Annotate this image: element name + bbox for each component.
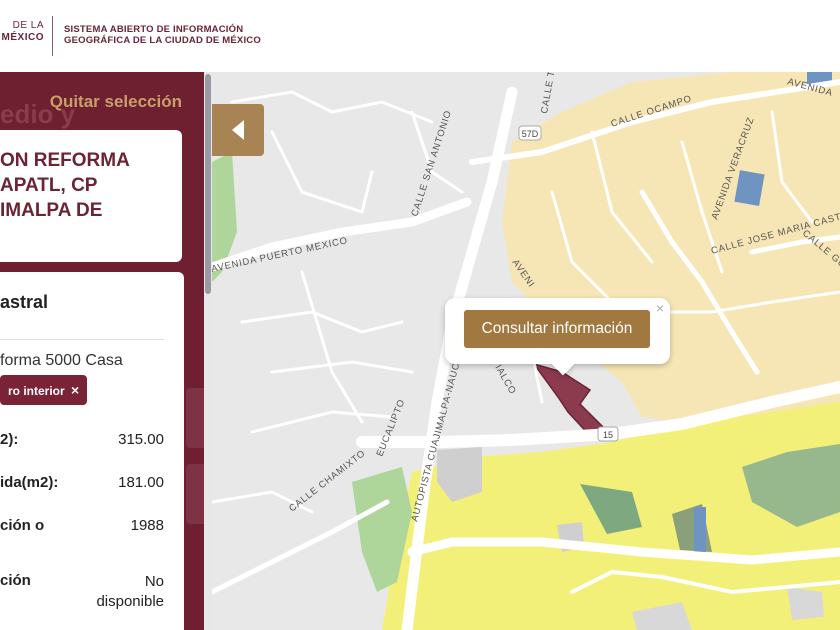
caret-left-icon	[232, 120, 244, 140]
clear-selection-link[interactable]: Quitar selección	[50, 92, 182, 112]
sidebar-tab[interactable]	[186, 464, 204, 524]
logo-divider	[52, 16, 53, 56]
collapse-sidebar-button[interactable]	[212, 104, 264, 156]
sidebar-tab[interactable]	[186, 388, 204, 448]
close-icon[interactable]: ×	[656, 300, 664, 316]
route-number: 57D	[522, 129, 539, 139]
section-title: astral	[0, 292, 49, 312]
address-detail: forma 5000 Casa	[0, 352, 123, 369]
address-line: IMALPA DE	[0, 200, 103, 221]
consult-info-button[interactable]: Consultar información	[464, 310, 650, 348]
info-row-value: 1988	[130, 517, 164, 534]
sidebar-scrollbar[interactable]	[204, 72, 212, 630]
system-title-line2: GEOGRÁFICA DE LA CIUDAD DE MÉXICO	[64, 35, 261, 46]
header: DE LA MÉXICO SISTEMA ABIERTO DE INFORMAC…	[0, 0, 840, 72]
route-shield-57d: 57D	[518, 125, 542, 141]
grey-block	[787, 587, 824, 620]
close-icon[interactable]: ×	[71, 382, 79, 398]
logo-text-line1: DE LA	[12, 20, 44, 31]
address-card: ON REFORMA APATL, CP IMALPA DE	[0, 130, 182, 262]
route-shield-15: 15	[597, 426, 619, 442]
info-row-value: No disponible	[96, 573, 164, 610]
section-divider	[0, 339, 164, 340]
address-heading: ON REFORMA APATL, CP IMALPA DE	[0, 148, 180, 223]
info-row-value: 315.00	[118, 431, 164, 448]
info-row-label: ción o	[0, 517, 45, 534]
system-title-line1: SISTEMA ABIERTO DE INFORMACIÓN	[64, 24, 244, 35]
address-line: ON REFORMA	[0, 150, 130, 171]
cadastral-info-card: astral forma 5000 Casa ro interior × 2):…	[0, 272, 184, 630]
info-row-value: 181.00	[118, 474, 164, 491]
info-sidebar: edio y Quitar selección ON REFORMA APATL…	[0, 72, 204, 630]
blue-block	[694, 507, 706, 557]
filter-tag-label: ro interior	[8, 384, 65, 398]
map-popup: × Consultar información	[445, 298, 670, 364]
info-row-label: 2):	[0, 431, 19, 448]
system-title: SISTEMA ABIERTO DE INFORMACIÓN GEOGRÁFIC…	[64, 24, 261, 46]
filter-tag[interactable]: ro interior ×	[0, 375, 88, 405]
cdmx-logo[interactable]: DE LA MÉXICO	[0, 20, 44, 44]
scrollbar-thumb[interactable]	[205, 74, 211, 294]
info-row-label: ida(m2):	[0, 474, 59, 491]
logo-text-line2: MÉXICO	[1, 32, 44, 43]
address-line: APATL, CP	[0, 175, 98, 196]
route-number: 15	[603, 430, 613, 440]
info-row-label: ción	[0, 572, 31, 589]
